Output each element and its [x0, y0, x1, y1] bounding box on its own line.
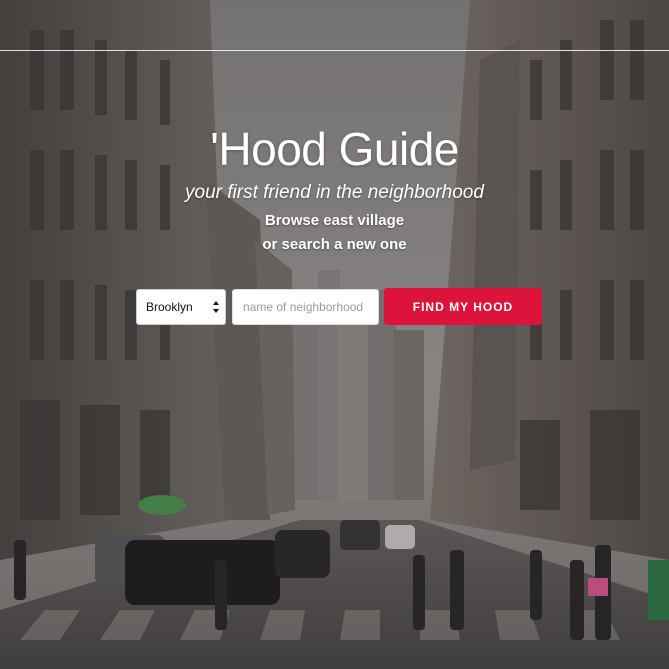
dark-overlay — [0, 0, 669, 669]
select-arrows-icon — [213, 301, 219, 313]
page-title: 'Hood Guide — [210, 123, 459, 175]
hero-section: 'Hood Guide your first friend in the nei… — [0, 0, 669, 669]
borough-select-value: Brooklyn — [146, 300, 193, 314]
tagline: your first friend in the neighborhood — [185, 182, 484, 203]
header-divider — [0, 50, 669, 51]
borough-select[interactable]: Brooklyn — [136, 289, 226, 325]
search-prompt-text: or search a new one — [262, 236, 407, 253]
browse-text: Browse east village — [264, 212, 405, 229]
find-my-hood-button[interactable]: FIND MY HOOD — [384, 288, 542, 325]
neighborhood-input[interactable] — [232, 289, 379, 325]
